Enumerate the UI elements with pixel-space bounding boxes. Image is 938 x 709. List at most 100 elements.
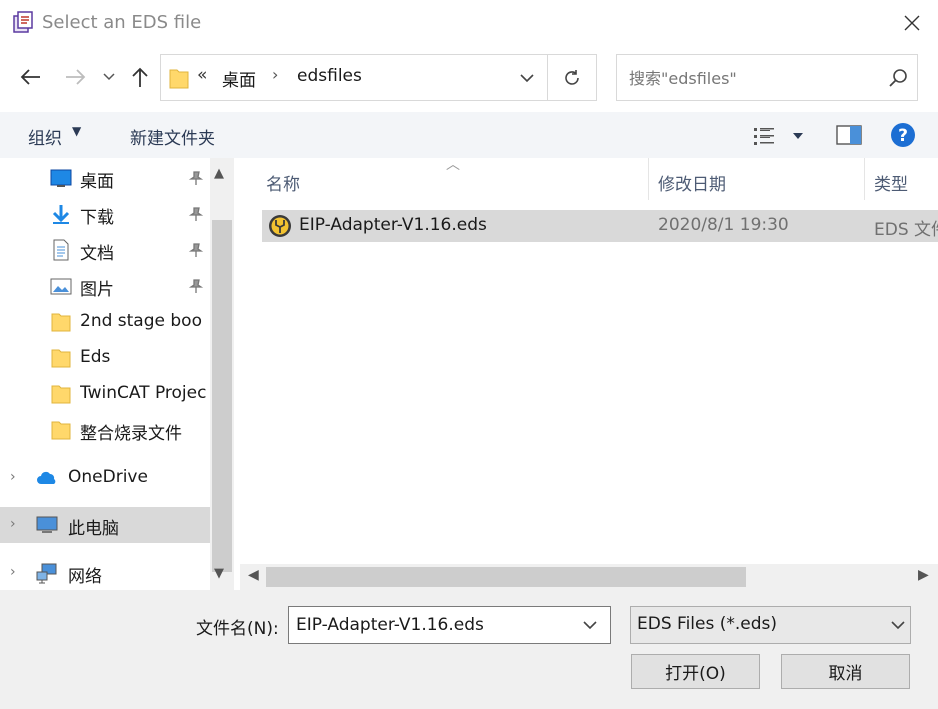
- network-icon: [36, 563, 57, 584]
- title-bar: Select an EDS file: [0, 0, 938, 46]
- nav-label: 整合烧录文件: [80, 424, 182, 444]
- column-separator[interactable]: [864, 158, 865, 200]
- nav-label: 2nd stage boo: [80, 311, 202, 331]
- nav-item-pictures[interactable]: 图片: [0, 268, 210, 304]
- search-box[interactable]: [616, 54, 918, 101]
- desktop-icon: [50, 169, 72, 187]
- breadcrumb-desktop[interactable]: 桌面: [222, 66, 256, 91]
- dialog-footer: 文件名(N): EDS Files (*.eds) 打开(O) 取消: [0, 590, 938, 709]
- chevron-down-icon[interactable]: [579, 615, 601, 635]
- nav-scroll-thumb[interactable]: [212, 220, 232, 572]
- chevron-right-icon[interactable]: ›: [10, 516, 16, 532]
- column-header-name[interactable]: 名称: [266, 170, 300, 195]
- file-type: EDS 文件: [874, 220, 938, 240]
- cloud-icon: [37, 471, 56, 484]
- nav-item-eds[interactable]: Eds: [0, 340, 210, 376]
- nav-item-burn-files[interactable]: 整合烧录文件: [0, 412, 210, 448]
- nav-item-onedrive[interactable]: › OneDrive: [0, 460, 210, 496]
- close-button[interactable]: [890, 6, 934, 40]
- column-header-type[interactable]: 类型: [874, 170, 908, 195]
- view-options-button[interactable]: [752, 124, 808, 148]
- refresh-icon: [565, 69, 579, 85]
- column-separator[interactable]: [648, 158, 649, 200]
- pin-icon: [188, 207, 204, 221]
- close-icon: [904, 15, 920, 31]
- forward-button[interactable]: [60, 60, 90, 94]
- column-header-date[interactable]: 修改日期: [658, 170, 726, 195]
- open-button[interactable]: 打开(O): [631, 654, 760, 689]
- folder-icon: [51, 313, 71, 332]
- nav-item-desktop[interactable]: 桌面: [0, 160, 210, 196]
- caret-down-icon: ▼: [72, 124, 82, 138]
- nav-label: 桌面: [80, 172, 114, 192]
- folder-icon: [169, 69, 189, 89]
- new-folder-button[interactable]: 新建文件夹: [130, 124, 215, 149]
- folder-icon: [51, 385, 71, 404]
- nav-item-twincat-project[interactable]: TwinCAT Projec: [0, 376, 210, 412]
- nav-label: 图片: [80, 280, 114, 300]
- filename-combobox[interactable]: [288, 606, 611, 644]
- address-overflow[interactable]: «: [197, 65, 207, 85]
- document-icon: [53, 239, 69, 261]
- arrow-left-icon: [20, 69, 40, 85]
- sort-ascending-icon: ︿: [446, 157, 460, 173]
- preview-pane-button[interactable]: [836, 124, 862, 146]
- navigation-pane: 桌面 下载 文档 图片 2nd stage boo Eds TwinCAT Pr…: [0, 158, 236, 590]
- nav-label: 文档: [80, 244, 114, 264]
- file-list: ︿ 名称 修改日期 类型 EIP-Adapter-V1.16.eds 2020/…: [240, 157, 938, 590]
- horizontal-scrollbar[interactable]: ◀ ▶: [240, 564, 938, 590]
- computer-icon: [36, 516, 58, 533]
- address-history-dropdown[interactable]: [507, 55, 547, 100]
- nav-item-documents[interactable]: 文档: [0, 232, 210, 268]
- folder-icon: [51, 421, 71, 440]
- folder-icon: [51, 349, 71, 368]
- scroll-up-icon[interactable]: ▲: [214, 166, 224, 181]
- scroll-left-icon[interactable]: ◀: [248, 567, 259, 583]
- refresh-button[interactable]: [548, 55, 596, 100]
- pin-icon: [188, 243, 204, 257]
- pin-icon: [188, 171, 204, 185]
- download-icon: [52, 205, 70, 224]
- eds-file-icon: [269, 215, 291, 237]
- command-bar: 组织 ▼ 新建文件夹 ?: [0, 112, 938, 158]
- file-type-filter[interactable]: EDS Files (*.eds): [630, 606, 911, 644]
- file-row[interactable]: EIP-Adapter-V1.16.eds 2020/8/1 19:30 EDS…: [262, 210, 938, 242]
- chevron-down-icon[interactable]: [887, 615, 909, 635]
- nav-label: TwinCAT Projec: [80, 383, 207, 403]
- recent-locations-button[interactable]: [98, 60, 120, 94]
- nav-item-2nd-stage-boot[interactable]: 2nd stage boo: [0, 304, 210, 340]
- chevron-down-icon: [103, 73, 115, 81]
- horizontal-scroll-thumb[interactable]: [266, 567, 746, 587]
- nav-label: OneDrive: [68, 467, 148, 487]
- organize-button[interactable]: 组织: [28, 124, 62, 149]
- pin-icon: [188, 279, 204, 293]
- nav-item-downloads[interactable]: 下载: [0, 196, 210, 232]
- chevron-down-icon: [520, 73, 534, 82]
- arrow-right-icon: [66, 69, 86, 85]
- search-input[interactable]: [629, 65, 869, 91]
- cancel-button[interactable]: 取消: [781, 654, 910, 689]
- scroll-right-icon[interactable]: ▶: [918, 567, 929, 583]
- pictures-icon: [50, 278, 72, 295]
- filename-input[interactable]: [296, 613, 576, 637]
- file-name: EIP-Adapter-V1.16.eds: [299, 215, 487, 235]
- window-title: Select an EDS file: [42, 12, 202, 33]
- breadcrumb-edsfiles[interactable]: edsfiles: [297, 66, 362, 86]
- search-icon[interactable]: [887, 67, 909, 89]
- nav-label: 网络: [68, 567, 102, 587]
- nav-label: 此电脑: [68, 519, 119, 539]
- help-button[interactable]: ?: [890, 122, 916, 148]
- file-modified: 2020/8/1 19:30: [658, 215, 789, 235]
- nav-label: Eds: [80, 347, 111, 367]
- nav-item-network[interactable]: › 网络: [0, 555, 210, 591]
- arrow-up-icon: [132, 67, 148, 87]
- back-button[interactable]: [14, 60, 48, 94]
- chevron-right-icon[interactable]: ›: [10, 564, 16, 580]
- breadcrumb-separator[interactable]: ›: [272, 65, 278, 84]
- nav-item-this-pc[interactable]: › 此电脑: [0, 507, 210, 543]
- address-bar[interactable]: « 桌面 › edsfiles: [160, 54, 597, 101]
- filename-label: 文件名(N):: [196, 619, 279, 639]
- chevron-right-icon[interactable]: ›: [10, 469, 16, 485]
- scroll-down-icon[interactable]: ▼: [214, 566, 224, 581]
- up-button[interactable]: [126, 60, 154, 94]
